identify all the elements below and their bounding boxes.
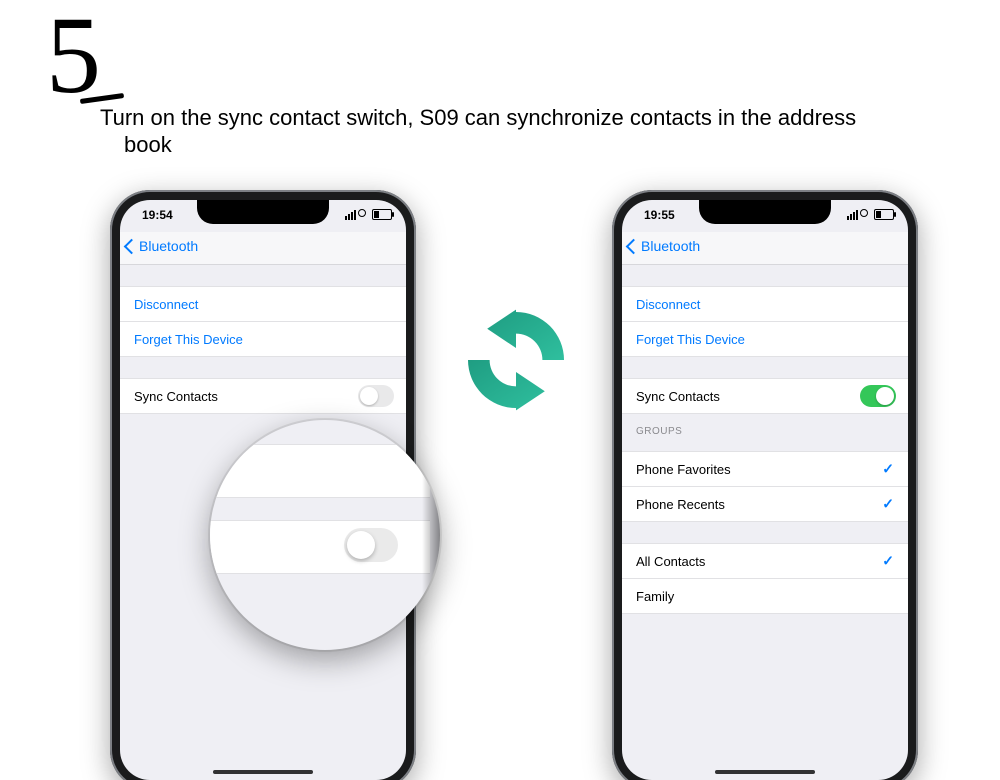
group-row-favorites[interactable]: Phone Favorites ✓ — [622, 451, 908, 487]
forget-device-button[interactable]: Forget This Device — [622, 321, 908, 357]
disconnect-button[interactable]: Disconnect — [120, 286, 406, 322]
step-number: 5 — [46, 0, 101, 110]
sync-contacts-row: Sync Contacts — [622, 378, 908, 414]
instruction-text-line2: book — [124, 132, 824, 158]
sync-icon — [456, 300, 576, 420]
group-label: Phone Favorites — [636, 462, 731, 477]
back-label: Bluetooth — [139, 238, 198, 254]
cellular-icon — [345, 210, 356, 220]
group-row-recents[interactable]: Phone Recents ✓ — [622, 486, 908, 522]
battery-icon — [372, 209, 392, 220]
chevron-left-icon — [626, 238, 642, 254]
check-icon: ✓ — [882, 461, 894, 478]
back-button[interactable]: Bluetooth — [126, 238, 198, 254]
phone-mockup-right: 19:55 Bluetooth Disconnect Forget This D… — [612, 190, 918, 780]
back-label: Bluetooth — [641, 238, 700, 254]
instruction-text-line1: Turn on the sync contact switch, S09 can… — [100, 104, 900, 132]
forget-label: Forget This Device — [636, 332, 745, 347]
group-label: Phone Recents — [636, 497, 725, 512]
status-indicator-icon — [358, 209, 366, 217]
groups-header: Groups — [622, 414, 908, 452]
cellular-icon — [847, 210, 858, 220]
sync-contacts-toggle[interactable] — [860, 385, 896, 407]
nav-bar: Bluetooth — [120, 232, 406, 265]
zoom-toggle-off — [344, 528, 398, 562]
chevron-left-icon — [124, 238, 140, 254]
contacts-row-all[interactable]: All Contacts ✓ — [622, 543, 908, 579]
notch — [699, 200, 831, 224]
check-icon: ✓ — [882, 553, 894, 570]
nav-bar: Bluetooth — [622, 232, 908, 265]
sync-contacts-label: Sync Contacts — [636, 389, 720, 404]
status-time: 19:55 — [644, 208, 675, 222]
home-indicator — [715, 770, 815, 774]
sync-contacts-row: Sync Contacts — [120, 378, 406, 414]
disconnect-label: Disconnect — [134, 297, 198, 312]
contacts-label: Family — [636, 589, 674, 604]
contacts-label: All Contacts — [636, 554, 705, 569]
disconnect-button[interactable]: Disconnect — [622, 286, 908, 322]
contacts-row-family[interactable]: Family — [622, 578, 908, 614]
forget-label: Forget This Device — [134, 332, 243, 347]
disconnect-label: Disconnect — [636, 297, 700, 312]
check-icon: ✓ — [882, 496, 894, 513]
back-button[interactable]: Bluetooth — [628, 238, 700, 254]
battery-icon — [874, 209, 894, 220]
sync-contacts-toggle[interactable] — [358, 385, 394, 407]
notch — [197, 200, 329, 224]
sync-contacts-label: Sync Contacts — [134, 389, 218, 404]
zoom-magnifier — [210, 420, 440, 650]
status-time: 19:54 — [142, 208, 173, 222]
home-indicator — [213, 770, 313, 774]
forget-device-button[interactable]: Forget This Device — [120, 321, 406, 357]
status-indicator-icon — [860, 209, 868, 217]
